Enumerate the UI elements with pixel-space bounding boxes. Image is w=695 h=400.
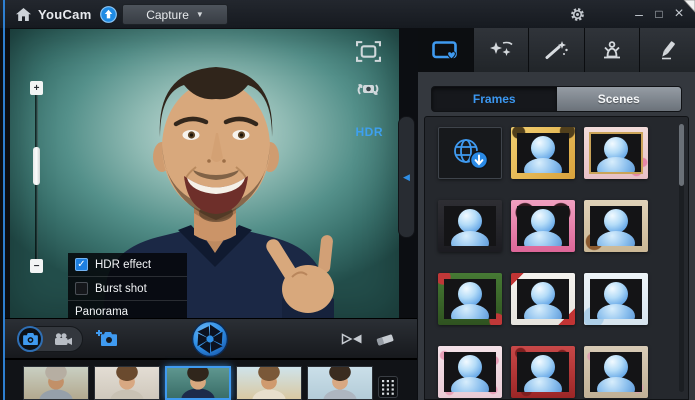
pencil-icon: [655, 40, 681, 60]
gadgets-tab[interactable]: [585, 28, 641, 72]
zoom-slider-thumb[interactable]: [33, 147, 40, 185]
eraser-button[interactable]: [375, 332, 395, 352]
hdr-effect-menu-item-label: HDR effect: [95, 259, 151, 271]
frame-tile-winter[interactable]: [584, 273, 648, 325]
burst-shot-menu-item-checkbox[interactable]: [75, 282, 88, 295]
frames-scenes-switch: Frames Scenes: [431, 86, 682, 112]
zoom-slider[interactable]: + −: [30, 81, 43, 273]
frames-scenes-tab[interactable]: [418, 28, 474, 72]
photo-mode-button[interactable]: [17, 326, 43, 352]
panorama-menu-item[interactable]: Panorama: [68, 301, 187, 318]
burst-shot-menu-item-label: Burst shot: [95, 283, 147, 295]
draw-tab[interactable]: [640, 28, 695, 72]
photo-thumbnail-5[interactable]: [307, 366, 373, 400]
frames-scrollbar-thumb[interactable]: [679, 124, 684, 186]
frame-tile-camera[interactable]: [438, 200, 502, 252]
photo-thumbnail-4[interactable]: [236, 366, 302, 400]
capture-options-menu: ✓ HDR effect Burst shot Panorama: [68, 253, 187, 318]
frame-tile-ribbon[interactable]: [511, 273, 575, 325]
capture-button[interactable]: Capture ▼: [122, 4, 228, 25]
download-globe-icon: [450, 136, 490, 170]
scenes-subtab[interactable]: Scenes: [557, 87, 682, 111]
frame-tile-roses[interactable]: [511, 346, 575, 398]
magic-wand-icon: [543, 40, 569, 60]
hdr-effect-menu-item[interactable]: ✓ HDR effect: [68, 253, 187, 277]
zoom-out-button[interactable]: −: [30, 259, 43, 273]
burst-shot-menu-item[interactable]: Burst shot: [68, 277, 187, 301]
photo-thumbnail-1[interactable]: [23, 366, 89, 400]
fullscreen-button[interactable]: [356, 41, 381, 67]
youcam-window: YouCam Capture ▼ – □ ×: [0, 0, 695, 400]
video-mode-button[interactable]: [43, 333, 82, 345]
photo-thumbnail-3[interactable]: [165, 366, 231, 400]
frames-subtab[interactable]: Frames: [432, 87, 557, 111]
gallery-grid-button[interactable]: [378, 376, 398, 398]
capture-mode-toggle: [17, 326, 83, 352]
frame-tile-holiday[interactable]: [438, 273, 502, 325]
frames-scrollbar[interactable]: [679, 124, 684, 392]
webcam-preview: + − HDR ✓ HDR effect Burst shot Panorama: [10, 29, 399, 318]
effects-panel: Frames Scenes: [418, 28, 695, 400]
snapshot-button[interactable]: [95, 327, 118, 351]
magic-effects-tab[interactable]: [529, 28, 585, 72]
panel-collapse-handle[interactable]: ◀: [398, 116, 415, 238]
home-icon[interactable]: [16, 8, 31, 21]
webcam-placeholder-icon: [517, 133, 569, 173]
webcam-placeholder-icon: [444, 279, 496, 319]
webcam-placeholder-icon: [444, 206, 496, 246]
gadget-icon: [599, 40, 625, 60]
particles-icon: [488, 40, 514, 60]
capture-toolbar: [5, 318, 417, 358]
panorama-menu-item-label: Panorama: [75, 306, 128, 318]
minimize-button[interactable]: –: [629, 4, 649, 24]
webcam-placeholder-icon: [589, 132, 643, 174]
settings-gear-button[interactable]: [567, 4, 587, 24]
collapse-arrow-icon: ◀: [403, 172, 410, 183]
effects-tab-bar: [418, 28, 695, 72]
maximize-button[interactable]: □: [649, 4, 669, 24]
webcam-placeholder-icon: [590, 352, 642, 392]
hdr-badge: HDR: [356, 125, 384, 139]
frame-tile-petals[interactable]: [438, 346, 502, 398]
hdr-effect-menu-item-checkbox[interactable]: ✓: [75, 258, 88, 271]
titlebar: YouCam Capture ▼ – □ ×: [0, 0, 695, 28]
frame-tile-hearts[interactable]: [511, 200, 575, 252]
frame-tile-teddy[interactable]: [584, 200, 648, 252]
capture-button-label: Capture: [146, 8, 189, 22]
webcam-placeholder-icon: [517, 279, 569, 319]
particle-effects-tab[interactable]: [474, 28, 530, 72]
chevron-down-icon: ▼: [196, 10, 204, 19]
photo-filmstrip: [5, 358, 417, 400]
rotate-camera-button[interactable]: [355, 79, 381, 106]
zoom-in-button[interactable]: +: [30, 81, 43, 95]
webcam-placeholder-icon: [590, 279, 642, 319]
frame-heart-icon: [432, 40, 459, 60]
frame-tile-floral[interactable]: [584, 346, 648, 398]
upgrade-icon[interactable]: [100, 6, 117, 23]
capture-shutter-button[interactable]: [191, 320, 229, 358]
frames-grid-container: [424, 116, 689, 400]
webcam-placeholder-icon: [444, 352, 496, 392]
download-more-frames-button[interactable]: [438, 127, 502, 179]
frame-tile-tropical[interactable]: [511, 127, 575, 179]
app-title: YouCam: [38, 7, 92, 22]
webcam-placeholder-icon: [517, 352, 569, 392]
window-controls: – □ ×: [567, 0, 689, 28]
mouse-cursor: [682, 0, 695, 14]
compare-view-button[interactable]: [341, 332, 363, 351]
webcam-placeholder-icon: [590, 206, 642, 246]
webcam-placeholder-icon: [517, 206, 569, 246]
photo-thumbnail-2[interactable]: [94, 366, 160, 400]
frame-tile-blossom[interactable]: [584, 127, 648, 179]
